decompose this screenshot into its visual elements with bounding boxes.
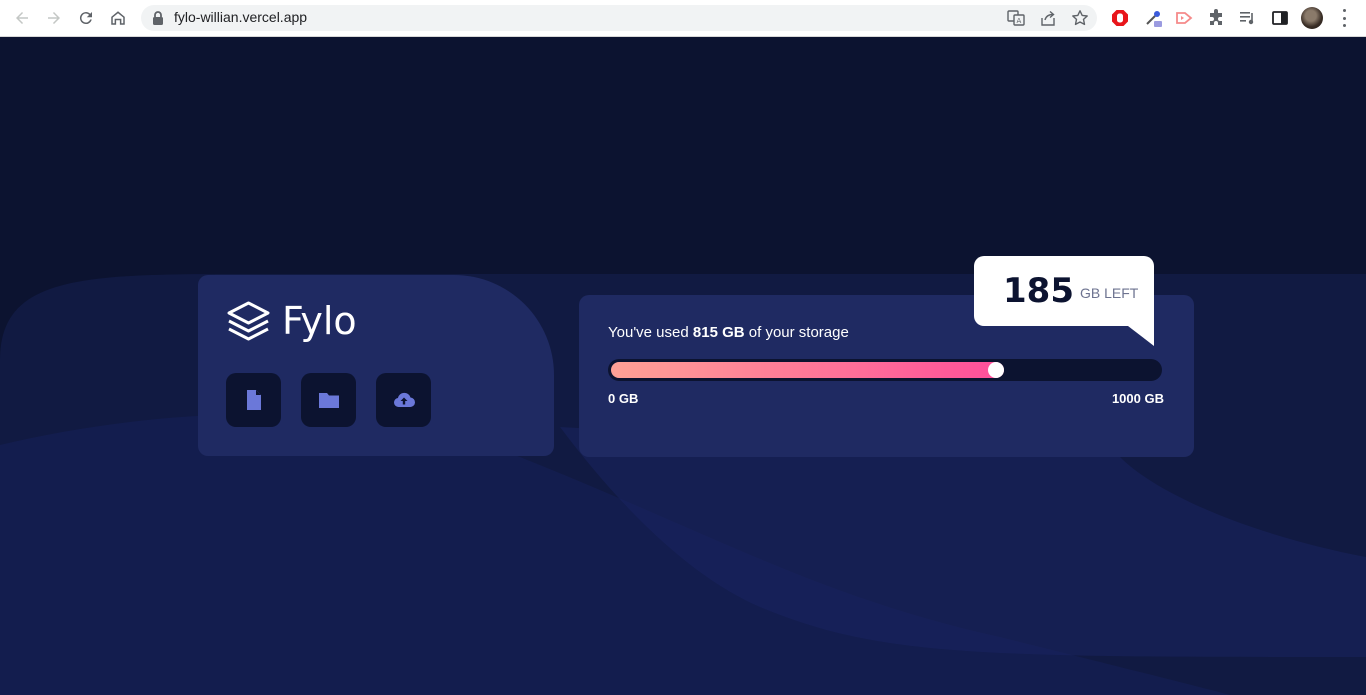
svg-text:A: A <box>1017 17 1022 25</box>
documents-button[interactable] <box>226 373 281 427</box>
media-controls-icon[interactable] <box>1238 8 1258 28</box>
browser-toolbar: fylo-willian.vercel.app A <box>0 0 1366 37</box>
document-icon <box>246 390 261 410</box>
layers-logo-icon <box>227 301 270 341</box>
usage-prefix: You've used <box>608 324 693 341</box>
side-panel-icon[interactable] <box>1270 8 1290 28</box>
usage-value: 815 GB <box>692 324 745 341</box>
scale-min-label: 0 GB <box>608 391 639 406</box>
bookmark-star-icon[interactable] <box>1071 9 1089 27</box>
brand-card: Fylo <box>198 275 554 456</box>
reload-icon[interactable] <box>74 6 98 30</box>
forward-icon[interactable] <box>42 6 66 30</box>
share-icon[interactable] <box>1039 9 1057 27</box>
profile-avatar[interactable] <box>1301 7 1323 29</box>
brand-name: Fylo <box>282 299 357 343</box>
menu-kebab-icon[interactable] <box>1337 9 1351 27</box>
page-body: Fylo You've used 815 GB of your storage <box>0 37 1366 695</box>
folder-icon <box>318 393 339 408</box>
lock-icon <box>153 11 163 25</box>
address-bar[interactable]: fylo-willian.vercel.app A <box>141 5 1097 31</box>
storage-meter <box>608 359 1162 381</box>
back-icon[interactable] <box>10 6 34 30</box>
upload-icon <box>393 392 415 408</box>
color-picker-extension-icon[interactable] <box>1143 8 1163 28</box>
upload-button[interactable] <box>376 373 431 427</box>
storage-meter-fill <box>611 362 1004 378</box>
fylo-logo: Fylo <box>225 300 357 342</box>
home-icon[interactable] <box>106 6 130 30</box>
remaining-value: 185 <box>1003 271 1074 311</box>
remaining-unit: GB LEFT <box>1079 285 1139 301</box>
storage-usage-text: You've used 815 GB of your storage <box>608 324 849 341</box>
video-extension-icon[interactable] <box>1174 8 1194 28</box>
extensions-puzzle-icon[interactable] <box>1206 8 1226 28</box>
scale-max-label: 1000 GB <box>1111 391 1164 406</box>
storage-meter-knob <box>988 362 1004 378</box>
remaining-storage-badge: 185 GB LEFT <box>974 256 1154 346</box>
folders-button[interactable] <box>301 373 356 427</box>
usage-suffix: of your storage <box>744 324 849 341</box>
translate-icon[interactable]: A <box>1007 9 1025 27</box>
url-text: fylo-willian.vercel.app <box>174 9 308 25</box>
adblock-extension-icon[interactable] <box>1110 8 1130 28</box>
